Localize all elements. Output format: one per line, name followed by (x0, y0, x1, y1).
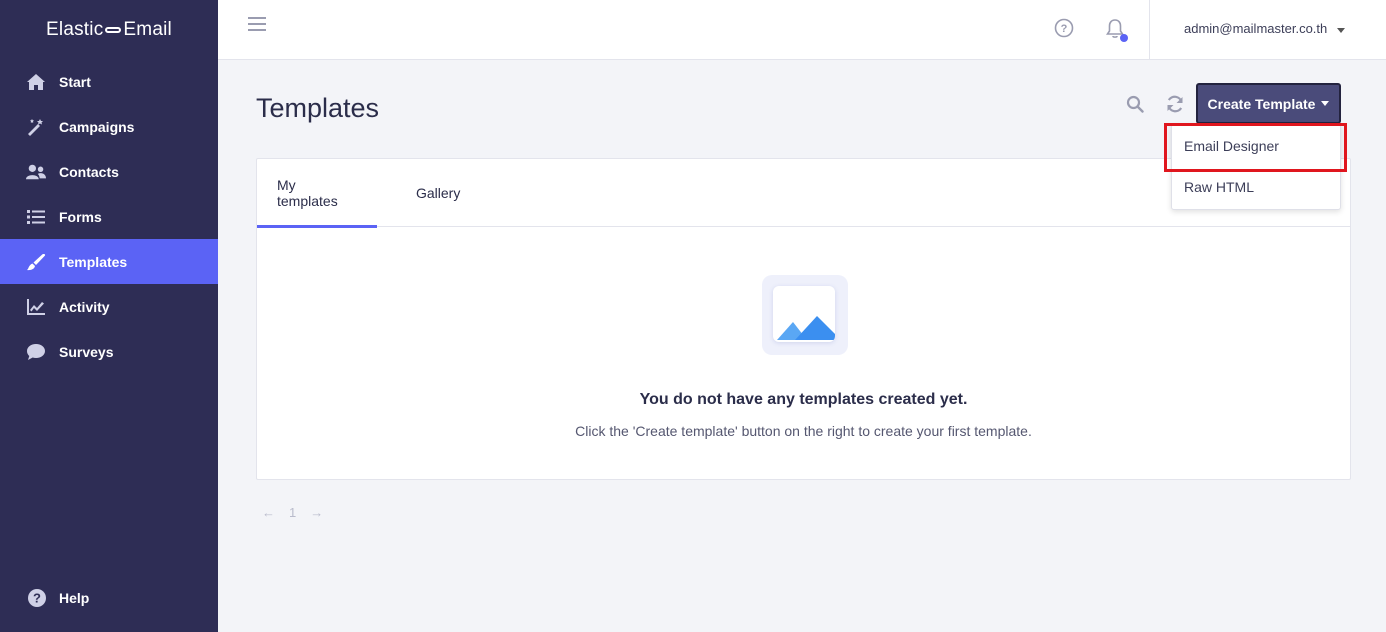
sidebar-item-label: Forms (59, 208, 102, 225)
sidebar-item-label: Start (59, 73, 91, 90)
page-number[interactable]: 1 (289, 505, 296, 520)
svg-text:?: ? (1061, 23, 1068, 35)
sidebar-item-label: Campaigns (59, 118, 135, 135)
sidebar-item-label: Surveys (59, 343, 114, 360)
sidebar-item-templates[interactable]: Templates (0, 239, 218, 284)
sidebar-item-label: Templates (59, 253, 128, 270)
topbar: ? admin@mailmaster.co.th (218, 0, 1386, 60)
chart-line-icon (25, 297, 47, 317)
page-title: Templates (256, 93, 380, 123)
svg-text:?: ? (33, 591, 41, 606)
tab-gallery[interactable]: Gallery (377, 159, 460, 227)
sidebar-item-forms[interactable]: Forms (0, 194, 218, 239)
help-question-icon[interactable]: ? (1054, 18, 1074, 38)
magic-wand-icon (25, 117, 47, 137)
sidebar-item-help[interactable]: ? Help (0, 586, 89, 610)
highlight-box (1164, 123, 1347, 172)
users-icon (25, 162, 47, 182)
tab-label: Gallery (416, 185, 461, 201)
brand-logo-left: Elastic (46, 18, 104, 40)
search-icon[interactable] (1126, 95, 1144, 113)
account-menu[interactable]: admin@mailmaster.co.th (1184, 21, 1346, 36)
brand-logo[interactable]: Elastic Email (0, 0, 218, 59)
pagination: ← 1 → (262, 505, 337, 520)
prev-arrow-icon[interactable]: ← (262, 505, 275, 520)
caret-down-icon (1321, 101, 1330, 106)
list-icon (25, 207, 47, 227)
create-template-label: Create Template (1207, 95, 1316, 112)
empty-state-subtitle: Click the 'Create template' button on th… (575, 423, 1032, 439)
sidebar-item-surveys[interactable]: Surveys (0, 329, 218, 374)
notification-dot (1120, 34, 1128, 42)
brand-logo-right: Email (123, 18, 172, 40)
brush-icon (25, 252, 47, 272)
help-label: Help (59, 590, 90, 606)
sidebar-item-label: Activity (59, 298, 110, 315)
chat-bubble-icon (25, 342, 47, 362)
sidebar-item-contacts[interactable]: Contacts (0, 149, 218, 194)
sidebar-item-label: Contacts (59, 163, 119, 180)
home-icon (25, 72, 47, 92)
sidebar-nav: Start Campaigns Contacts Forms Templates (0, 59, 218, 374)
tab-my-templates[interactable]: My templates (257, 159, 377, 228)
sidebar-item-activity[interactable]: Activity (0, 284, 218, 329)
tab-label: My templates (277, 177, 338, 209)
sidebar-item-campaigns[interactable]: Campaigns (0, 104, 218, 149)
help-circle-icon: ? (28, 589, 46, 607)
empty-image-icon (762, 275, 848, 355)
empty-state-title: You do not have any templates created ye… (639, 391, 968, 408)
menu-item-raw-html[interactable]: Raw HTML (1172, 166, 1340, 207)
create-template-button[interactable]: Create Template (1196, 83, 1341, 124)
sidebar-item-start[interactable]: Start (0, 59, 218, 104)
caret-down-icon (1337, 27, 1346, 33)
menu-toggle-icon[interactable] (248, 17, 266, 31)
account-email: admin@mailmaster.co.th (1184, 21, 1328, 36)
topbar-divider (1149, 0, 1150, 60)
refresh-icon[interactable] (1165, 94, 1185, 114)
link-icon (105, 26, 122, 33)
sidebar: Elastic Email Start Campaigns Contacts F… (0, 0, 218, 632)
next-arrow-icon[interactable]: → (310, 505, 323, 520)
